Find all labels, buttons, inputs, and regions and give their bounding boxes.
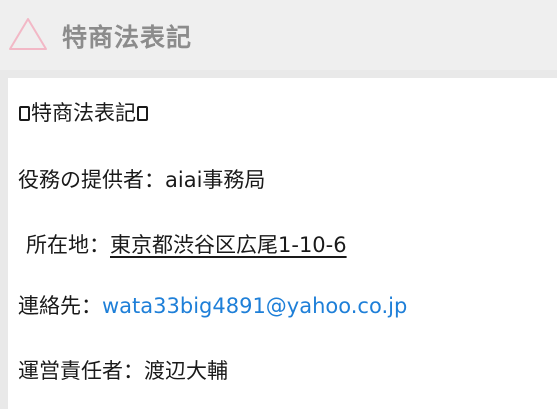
section-heading: 特商法表記 (18, 99, 149, 127)
provider-label: 役務の提供者： (18, 168, 165, 192)
content-panel: 特商法表記 役務の提供者：aiai事務局 所在地：東京都渋谷区広尾1-10-6 … (8, 78, 557, 409)
manager-row: 運営責任者：渡辺大輔 (18, 357, 228, 385)
section-heading-text: 特商法表記 (31, 101, 136, 125)
triangle-outline-icon (9, 18, 47, 50)
contact-row: 連絡先：wata33big4891@yahoo.co.jp (18, 292, 407, 320)
box-glyph-icon (137, 106, 148, 121)
address-link[interactable]: 東京都渋谷区広尾1-10-6 (110, 233, 347, 257)
address-label: 所在地： (26, 233, 110, 257)
provider-value: aiai事務局 (165, 168, 266, 192)
manager-label: 運営責任者： (18, 359, 144, 383)
page-title: 特商法表記 (62, 23, 193, 52)
manager-value: 渡辺大輔 (144, 359, 228, 383)
address-row: 所在地：東京都渋谷区広尾1-10-6 (26, 231, 347, 259)
contact-label: 連絡先： (18, 294, 102, 318)
provider-row: 役務の提供者：aiai事務局 (18, 166, 265, 194)
page-header: 特商法表記 (0, 0, 557, 70)
box-glyph-icon (19, 106, 30, 121)
email-link[interactable]: wata33big4891@yahoo.co.jp (102, 294, 407, 318)
